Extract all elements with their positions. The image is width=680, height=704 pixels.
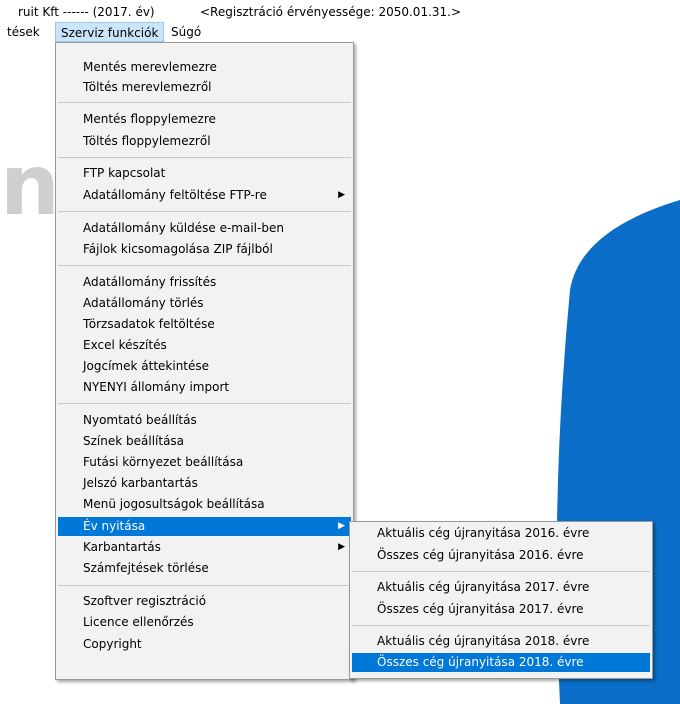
menu-separator — [58, 211, 351, 212]
menu-item-help[interactable]: Súgó — [166, 22, 206, 42]
company-title: ruit Kft ------ (2017. év) — [18, 5, 155, 19]
submenu-item-current-2018[interactable]: Aktuális cég újranyitása 2018. évre — [352, 632, 650, 651]
menu-item-load-hdd[interactable]: Töltés merevlemezről — [58, 78, 351, 97]
menu-separator — [58, 585, 351, 586]
menu-item-data-delete[interactable]: Adatállomány törlés — [58, 294, 351, 313]
menu-item-software-registration[interactable]: Szoftver regisztráció — [58, 592, 351, 611]
registration-validity: <Regisztráció érvényessége: 2050.01.31.> — [200, 5, 462, 19]
menu-item-printer[interactable]: Nyomtató beállítás — [58, 411, 351, 430]
menu-item-excel[interactable]: Excel készítés — [58, 336, 351, 355]
menu-item-colors[interactable]: Színek beállítása — [58, 432, 351, 451]
submenu-item-current-2017[interactable]: Aktuális cég újranyitása 2017. évre — [352, 578, 650, 597]
menu-item-partial[interactable]: tések — [2, 22, 45, 42]
menu-separator — [58, 102, 351, 103]
menu-item-legal-titles[interactable]: Jogcímek áttekintése — [58, 357, 351, 376]
menu-item-runtime-env[interactable]: Futási környezet beállítása — [58, 453, 351, 472]
menu-item-send-email[interactable]: Adatállomány küldése e-mail-ben — [58, 219, 351, 238]
menu-item-save-hdd[interactable]: Mentés merevlemezre — [58, 58, 351, 77]
menu-item-service-functions[interactable]: Szerviz funkciók — [55, 22, 165, 42]
menu-item-unzip[interactable]: Fájlok kicsomagolása ZIP fájlból — [58, 240, 351, 259]
submenu-item-all-2018[interactable]: Összes cég újranyitása 2018. évre — [352, 653, 650, 672]
menu-separator — [352, 625, 650, 626]
menu-item-data-refresh[interactable]: Adatállomány frissítés — [58, 273, 351, 292]
menu-separator — [352, 571, 650, 572]
submenu-item-all-2017[interactable]: Összes cég újranyitása 2017. évre — [352, 600, 650, 619]
menu-item-load-floppy[interactable]: Töltés floppylemezről — [58, 132, 351, 151]
title-bar: ruit Kft ------ (2017. év) <Regisztráció… — [0, 0, 680, 22]
background-logo-text: nt — [0, 140, 60, 230]
menu-separator — [58, 403, 351, 404]
menu-item-menu-permissions[interactable]: Menü jogosultságok beállítása — [58, 495, 351, 514]
submenu-arrow-icon: ▶ — [338, 190, 345, 200]
menu-item-copyright[interactable]: Copyright — [58, 635, 351, 654]
submenu-item-all-2016[interactable]: Összes cég újranyitása 2016. évre — [352, 546, 650, 565]
menu-separator — [58, 265, 351, 266]
service-functions-menu: Mentés merevlemezre Töltés merevlemezről… — [55, 42, 354, 680]
menu-item-ftp-upload[interactable]: Adatállomány feltöltése FTP-re ▶ — [58, 186, 351, 205]
menu-item-save-floppy[interactable]: Mentés floppylemezre — [58, 110, 351, 129]
submenu-arrow-icon: ▶ — [338, 521, 345, 531]
year-open-submenu: Aktuális cég újranyitása 2016. évre Össz… — [349, 521, 653, 679]
menu-item-nyenyi-import[interactable]: NYENYI állomány import — [58, 378, 351, 397]
menu-item-year-open[interactable]: Év nyitása ▶ — [58, 517, 351, 536]
menu-item-delete-payroll[interactable]: Számfejtések törlése — [58, 559, 351, 578]
menu-item-ftp-connection[interactable]: FTP kapcsolat — [58, 164, 351, 183]
menu-item-password[interactable]: Jelszó karbantartás — [58, 474, 351, 493]
submenu-item-current-2016[interactable]: Aktuális cég újranyitása 2016. évre — [352, 524, 650, 543]
menu-item-licence-check[interactable]: Licence ellenőrzés — [58, 613, 351, 632]
menu-item-maintenance[interactable]: Karbantartás ▶ — [58, 538, 351, 557]
menu-item-master-upload[interactable]: Törzsadatok feltöltése — [58, 315, 351, 334]
menu-bar: tések Szerviz funkciók Súgó — [0, 22, 680, 42]
menu-separator — [58, 157, 351, 158]
submenu-arrow-icon: ▶ — [338, 542, 345, 552]
